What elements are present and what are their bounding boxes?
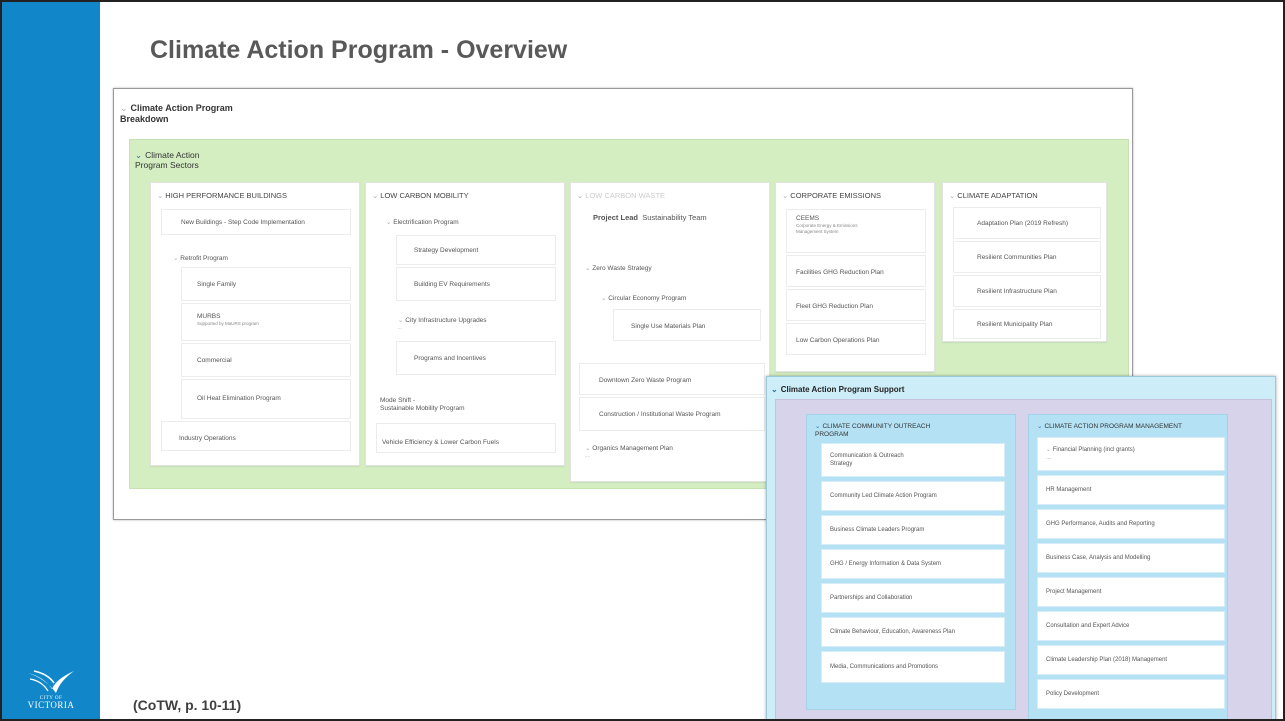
item-oil-heat[interactable]: Oil Heat Elimination Program xyxy=(197,395,281,403)
column-header[interactable]: ⌄ LOW CARBON WASTE xyxy=(577,191,665,200)
item-organics[interactable]: ⌄ Organics Management Plan.... xyxy=(585,445,673,459)
chevron-down-icon[interactable]: ⌄ xyxy=(949,191,955,200)
chevron-down-icon[interactable]: ⌄ xyxy=(771,385,778,394)
item-mode-shift[interactable]: Mode Shift - Sustainable Mobility Program xyxy=(380,397,465,413)
item-single-use[interactable]: Single Use Materials Plan xyxy=(631,323,705,331)
item-resilient-municipality[interactable]: Resilient Municipality Plan xyxy=(977,321,1053,329)
wave-logo-icon xyxy=(28,670,74,693)
item-resilient-infrastructure[interactable]: Resilient Infrastructure Plan xyxy=(977,288,1057,296)
city-of-victoria-logo: CITY OF VICTORIA xyxy=(14,669,88,711)
box-hr-management[interactable]: HR Management xyxy=(1037,475,1225,505)
item-commercial[interactable]: Commercial xyxy=(197,357,232,365)
box-ghg-energy-data[interactable]: GHG / Energy Information & Data System xyxy=(821,549,1005,579)
logo-text-victoria: VICTORIA xyxy=(27,700,75,710)
box-business-case[interactable]: Business Case, Analysis and Modelling xyxy=(1037,543,1225,573)
column-corporate-emissions: ⌄ CORPORATE EMISSIONS CEEMS Corporate Ener… xyxy=(775,182,935,372)
item-strategy-development[interactable]: Strategy Development xyxy=(414,247,478,255)
sectors-header-line2: Program Sectors xyxy=(135,160,199,170)
box-policy-development[interactable]: Policy Development xyxy=(1037,679,1225,709)
panel-header[interactable]: ⌄ CLIMATE ACTION PROGRAM MANAGEMENT xyxy=(1037,423,1182,431)
column-header[interactable]: ⌄ LOW CARBON MOBILITY xyxy=(372,191,469,200)
panel-community-outreach: ⌄ CLIMATE COMMUNITY OUTREACH PROGRAM Commu… xyxy=(806,414,1016,710)
card-vehicle-efficiency[interactable] xyxy=(376,423,556,453)
item-circular-economy[interactable]: ⌄ Circular Economy Program xyxy=(601,295,686,303)
chevron-down-icon[interactable]: ⌄ xyxy=(1037,423,1042,430)
support-header[interactable]: ⌄ Climate Action Program Support xyxy=(771,385,904,394)
item-adaptation-plan[interactable]: Adaptation Plan (2019 Refresh) xyxy=(977,220,1068,228)
box-partnerships[interactable]: Partnerships and Collaboration xyxy=(821,583,1005,613)
item-vehicle-efficiency[interactable]: Vehicle Efficiency & Lower Carbon Fuels xyxy=(382,439,499,447)
item-electrification-program[interactable]: ⌄ Electrification Program xyxy=(386,219,459,227)
panel-program-management: ⌄ CLIMATE ACTION PROGRAM MANAGEMENT ⌄ Fin… xyxy=(1028,414,1228,719)
item-zero-waste-strategy[interactable]: ⌄ Zero Waste Strategy xyxy=(585,265,652,273)
box-consultation[interactable]: Consultation and Expert Advice xyxy=(1037,611,1225,641)
box-financial-planning[interactable]: ⌄ Financial Planning (incl grants)... xyxy=(1037,437,1225,471)
column-header[interactable]: ⌄ HIGH PERFORMANCE BUILDINGS xyxy=(157,191,287,200)
chevron-down-icon[interactable]: ⌄ xyxy=(577,191,583,200)
project-lead-label: Project Lead Sustainability Team xyxy=(593,213,707,222)
column-header[interactable]: ⌄ CORPORATE EMISSIONS xyxy=(782,191,881,200)
item-facilities-ghg[interactable]: Facilities GHG Reduction Plan xyxy=(796,269,884,277)
panel-header[interactable]: ⌄ CLIMATE COMMUNITY OUTREACH PROGRAM xyxy=(815,423,930,439)
column-high-performance-buildings: ⌄ HIGH PERFORMANCE BUILDINGS New Building… xyxy=(150,182,360,466)
item-building-ev[interactable]: Building EV Requirements xyxy=(414,281,490,289)
box-ghg-performance[interactable]: GHG Performance, Audits and Reporting xyxy=(1037,509,1225,539)
item-fleet-ghg[interactable]: Fleet GHG Reduction Plan xyxy=(796,303,873,311)
item-ceems[interactable]: CEEMS Corporate Energy & Emissions Managem… xyxy=(796,215,858,235)
sectors-header-line1: Climate Action xyxy=(145,150,200,160)
slide-title: Climate Action Program - Overview xyxy=(150,36,568,64)
box-media-communications[interactable]: Media, Communications and Promotions xyxy=(821,651,1005,683)
item-murbs[interactable]: MURBS Supported by MaURS program xyxy=(197,313,259,327)
column-header[interactable]: ⌄ CLIMATE ADAPTATION xyxy=(949,191,1038,200)
chevron-down-icon[interactable]: ⌄ xyxy=(157,191,163,200)
box-climate-behaviour[interactable]: Climate Behaviour, Education, Awareness … xyxy=(821,617,1005,647)
item-downtown-zero-waste[interactable]: Downtown Zero Waste Program xyxy=(599,377,691,385)
sectors-header[interactable]: ⌄ Climate Action Program Sectors xyxy=(135,150,199,170)
chevron-down-icon[interactable]: ⌄ xyxy=(782,191,788,200)
support-screenshot: ⌄ Climate Action Program Support ⌄ CLIMATE… xyxy=(766,376,1276,719)
slide-sidebar: CITY OF VICTORIA xyxy=(2,2,100,719)
chevron-down-icon[interactable]: ⌄ xyxy=(372,191,378,200)
citation: (CoTW, p. 10-11) xyxy=(133,697,242,713)
box-community-led[interactable]: Community Led Climate Action Program xyxy=(821,481,1005,511)
item-single-family[interactable]: Single Family xyxy=(197,281,236,289)
box-communication-outreach[interactable]: Communication & Outreach Strategy xyxy=(821,443,1005,477)
item-retrofit-program[interactable]: ⌄ Retrofit Program xyxy=(173,255,228,263)
item-low-carbon-ops[interactable]: Low Carbon Operations Plan xyxy=(796,337,879,345)
item-resilient-communities[interactable]: Resilient Communities Plan xyxy=(977,254,1056,262)
item-construction-waste[interactable]: Construction / Institutional Waste Progr… xyxy=(599,411,721,419)
breakdown-header-line2: Breakdown xyxy=(120,114,169,124)
chevron-down-icon[interactable]: ⌄ xyxy=(120,103,128,113)
column-low-carbon-mobility: ⌄ LOW CARBON MOBILITY ⌄ Electrification P… xyxy=(365,182,565,466)
box-business-climate[interactable]: Business Climate Leaders Program xyxy=(821,515,1005,545)
chevron-down-icon[interactable]: ⌄ xyxy=(815,423,820,430)
chevron-down-icon[interactable]: ⌄ xyxy=(135,150,142,160)
item-industry-operations[interactable]: Industry Operations xyxy=(179,435,236,443)
column-low-carbon-waste: ⌄ LOW CARBON WASTE Project Lead Sustainab… xyxy=(570,182,770,482)
breakdown-header[interactable]: ⌄ Climate Action Program Breakdown xyxy=(120,103,233,125)
box-climate-leadership[interactable]: Climate Leadership Plan (2018) Managemen… xyxy=(1037,645,1225,675)
item-programs-incentives[interactable]: Programs and Incentives xyxy=(414,355,486,363)
support-inner-panel: ⌄ CLIMATE COMMUNITY OUTREACH PROGRAM Commu… xyxy=(775,399,1272,719)
item-city-infrastructure[interactable]: ⌄ City Infrastructure Upgrades... xyxy=(398,317,487,331)
item-new-buildings[interactable]: New Buildings - Step Code Implementation xyxy=(181,219,305,227)
column-climate-adaptation: ⌄ CLIMATE ADAPTATION Adaptation Plan (201… xyxy=(942,182,1107,342)
box-project-management[interactable]: Project Management xyxy=(1037,577,1225,607)
breakdown-header-line1: Climate Action Program xyxy=(130,103,233,113)
slide: CITY OF VICTORIA Climate Action Program … xyxy=(0,0,1285,721)
